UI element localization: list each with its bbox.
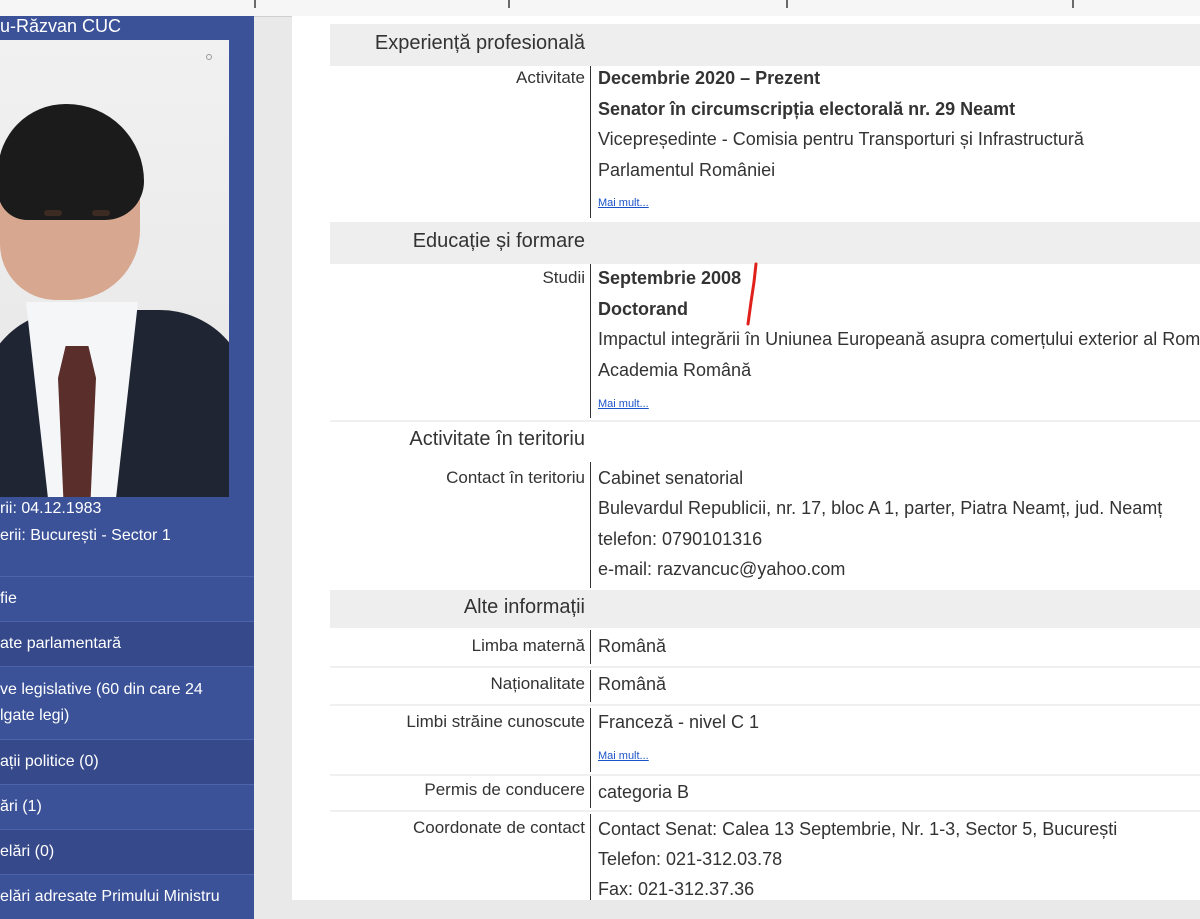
territory-cabinet: Cabinet senatorial bbox=[598, 468, 744, 488]
row-separator bbox=[330, 666, 1200, 668]
divider-line bbox=[590, 708, 591, 772]
label-limbi-straine: Limbi străine cunoscute bbox=[406, 712, 585, 731]
experience-date: Decembrie 2020 – Prezent bbox=[598, 68, 821, 88]
value-fax: Fax: 021-312.37.36 bbox=[598, 879, 755, 899]
divider-line bbox=[590, 66, 591, 218]
value-limbi-straine: Franceză - nivel C 1 bbox=[598, 712, 760, 732]
divider-line bbox=[590, 462, 591, 588]
education-degree: Doctorand bbox=[598, 299, 688, 319]
label-contact-teritoriu: Contact în teritoriu bbox=[446, 468, 585, 487]
divider-line bbox=[590, 814, 591, 900]
more-link[interactable]: Mai mult... bbox=[598, 398, 649, 410]
row-separator bbox=[330, 810, 1200, 812]
cv-panel: Experiență profesională Activitate Decem… bbox=[330, 16, 1200, 900]
more-link[interactable]: Mai mult... bbox=[598, 750, 649, 762]
divider-line bbox=[590, 670, 591, 702]
toolbar-divider bbox=[1072, 0, 1074, 8]
section-title: Experiență profesională bbox=[374, 32, 585, 54]
section-title: Alte informații bbox=[463, 596, 585, 618]
sidebar-item-declaratii-politice[interactable]: ații politice (0) bbox=[0, 739, 254, 784]
divider-line bbox=[590, 264, 591, 418]
sidebar-menu: fie ate parlamentară ve legislative (60 … bbox=[0, 576, 254, 919]
label-activitate: Activitate bbox=[516, 68, 585, 87]
browser-top-bar bbox=[0, 0, 1200, 17]
section-title: Educație și formare bbox=[412, 230, 585, 252]
experience-detail: Vicepreședinte - Comisia pentru Transpor… bbox=[598, 129, 1084, 149]
territory-email: e-mail: razvancuc@yahoo.com bbox=[598, 559, 846, 579]
experience-role: Senator în circumscripția electorală nr.… bbox=[598, 99, 1016, 119]
toolbar-divider bbox=[508, 0, 510, 8]
divider-line bbox=[590, 776, 591, 808]
toolbar-divider bbox=[254, 0, 256, 8]
sidebar-item-activitate-parlamentara[interactable]: ate parlamentară bbox=[0, 621, 254, 666]
label-nationalitate: Naționalitate bbox=[490, 674, 585, 693]
divider-line bbox=[590, 630, 591, 664]
label-limba-materna: Limba maternă bbox=[471, 636, 585, 655]
row-separator bbox=[330, 774, 1200, 776]
section-alte-informatii: Alte informații bbox=[330, 590, 1200, 628]
section-teritoriu: Activitate în teritoriu bbox=[330, 422, 1200, 460]
toolbar-divider bbox=[786, 0, 788, 8]
senator-name: u-Răzvan CUC bbox=[0, 16, 122, 36]
education-institution: Academia Română bbox=[598, 360, 752, 380]
senator-photo bbox=[0, 40, 229, 497]
section-educatie: Educație și formare bbox=[330, 222, 1200, 264]
sidebar-item-interpelari[interactable]: elări (0) bbox=[0, 829, 254, 874]
red-annotation-mark bbox=[746, 262, 758, 326]
section-experienta: Experiență profesională bbox=[330, 24, 1200, 66]
more-link[interactable]: Mai mult... bbox=[598, 197, 649, 209]
label-studii: Studii bbox=[542, 268, 585, 287]
section-title: Activitate în teritoriu bbox=[409, 428, 585, 450]
sidebar-item-initiative-legislative[interactable]: ve legislative (60 din care 24 lgate leg… bbox=[0, 666, 254, 739]
birth-date: rii: 04.12.1983 bbox=[0, 500, 102, 517]
education-thesis: Impactul integrării în Uniunea Europeană… bbox=[598, 329, 1200, 349]
value-nationalitate: Română bbox=[598, 674, 667, 694]
birth-place: erii: București - Sector 1 bbox=[0, 527, 171, 544]
education-date: Septembrie 2008 bbox=[598, 268, 742, 288]
sidebar-item-intrebari[interactable]: ări (1) bbox=[0, 784, 254, 829]
territory-phone: telefon: 0790101316 bbox=[598, 529, 763, 549]
profile-sidebar: u-Răzvan CUC rii: 04.12.1983 erii: Bucur… bbox=[0, 16, 254, 919]
territory-address: Bulevardul Republicii, nr. 17, bloc A 1,… bbox=[598, 498, 1163, 518]
value-telefon: Telefon: 021-312.03.78 bbox=[598, 849, 783, 869]
value-contact-senat: Contact Senat: Calea 13 Septembrie, Nr. … bbox=[598, 819, 1118, 839]
row-separator bbox=[330, 704, 1200, 706]
experience-institution: Parlamentul României bbox=[598, 160, 776, 180]
cv-content: Experiență profesională Activitate Decem… bbox=[292, 16, 1200, 900]
value-permis: categoria B bbox=[598, 782, 690, 802]
sidebar-item-biografie[interactable]: fie bbox=[0, 576, 254, 621]
value-limba-materna: Română bbox=[598, 636, 667, 656]
sidebar-item-interpelari-prim-ministru[interactable]: elări adresate Primului Ministru bbox=[0, 874, 254, 919]
label-permis: Permis de conducere bbox=[424, 780, 585, 799]
label-coordonate-contact: Coordonate de contact bbox=[412, 818, 585, 837]
